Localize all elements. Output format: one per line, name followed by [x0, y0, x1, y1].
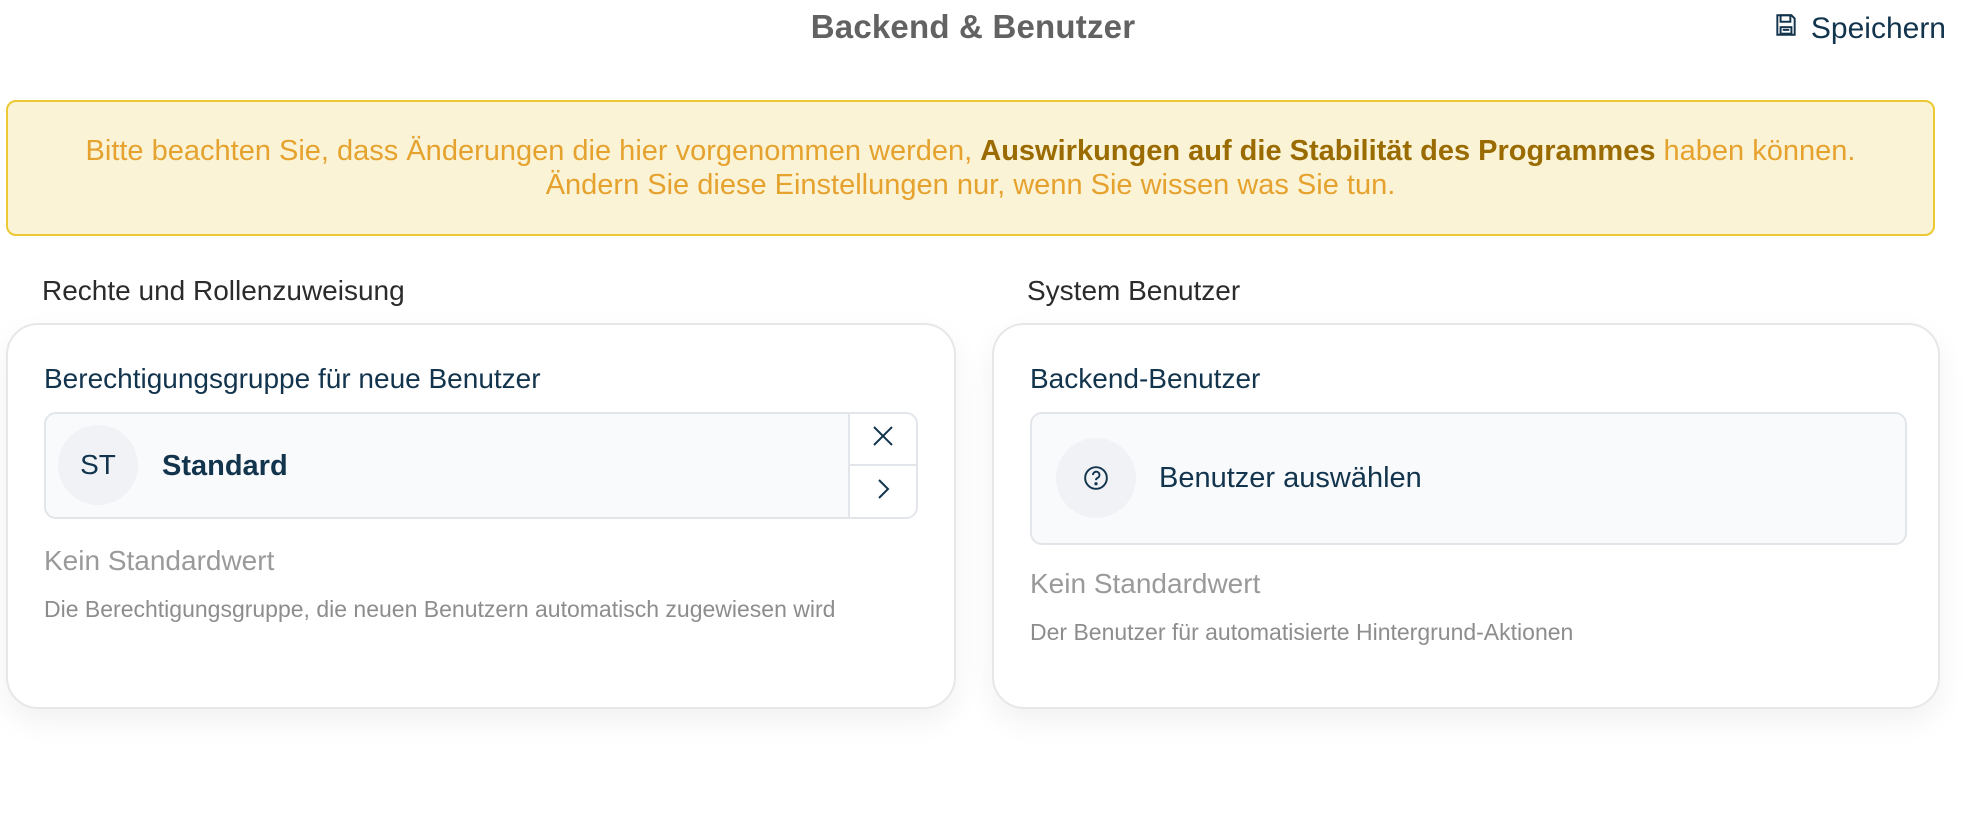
save-button[interactable]: Speichern [1773, 12, 1946, 46]
warning-text-end: haben können. [1655, 135, 1856, 167]
avatar: ST [58, 425, 138, 505]
warning-line-2: Ändern Sie diese Einstellungen nur, wenn… [545, 169, 1396, 201]
open-button[interactable] [850, 466, 916, 518]
section-heading-system-user: System Benutzer [1027, 275, 1241, 306]
floppy-disk-icon [1773, 12, 1799, 46]
permission-group-label: Berechtigungsgruppe für neue Benutzer [44, 363, 541, 394]
backend-user-select[interactable]: Benutzer auswählen [1030, 412, 1907, 545]
close-icon [872, 425, 894, 452]
backend-user-label: Backend-Benutzer [1030, 363, 1261, 394]
field-hint: Der Benutzer für automatisierte Hintergr… [1030, 619, 1574, 645]
warning-text: Bitte beachten Sie, dass Änderungen die … [85, 135, 981, 167]
default-value: Kein Standardwert [1030, 568, 1261, 599]
permission-group-select[interactable]: ST Standard [44, 412, 918, 519]
warning-line-1: Bitte beachten Sie, dass Änderungen die … [86, 134, 1856, 168]
question-circle-icon [1056, 438, 1136, 518]
clear-button[interactable] [850, 414, 916, 466]
field-hint: Die Berechtigungsgruppe, die neuen Benut… [44, 596, 836, 622]
chevron-right-icon [876, 478, 890, 505]
system-user-card: Backend-Benutzer Benutzer auswählen Kein… [992, 323, 1940, 709]
warning-banner: Bitte beachten Sie, dass Änderungen die … [6, 100, 1935, 236]
default-value: Kein Standardwert [44, 545, 275, 576]
selected-group-value: Standard [162, 450, 288, 482]
save-label: Speichern [1810, 12, 1946, 45]
select-user-placeholder: Benutzer auswählen [1159, 462, 1422, 494]
page-title: Backend & Benutzer [810, 8, 1136, 45]
section-heading-rights: Rechte und Rollenzuweisung [42, 275, 405, 306]
warning-bold-text: Auswirkungen auf die Stabilität des Prog… [980, 135, 1656, 167]
rights-card: Berechtigungsgruppe für neue Benutzer ST… [6, 323, 956, 709]
select-actions [848, 414, 916, 517]
